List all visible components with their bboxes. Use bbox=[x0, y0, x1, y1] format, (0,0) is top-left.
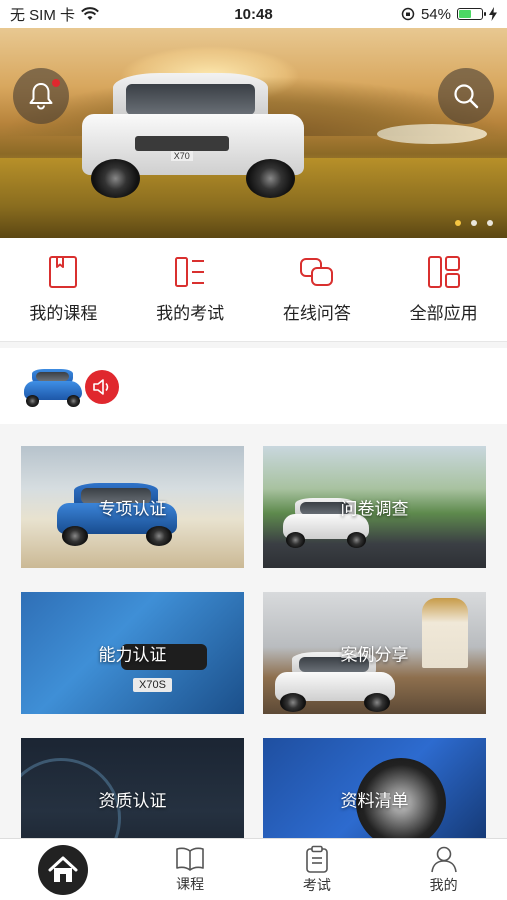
notification-badge-dot bbox=[52, 79, 60, 87]
module-title: 资料清单 bbox=[340, 791, 409, 811]
module-tile-special-certification[interactable]: 专项认证 bbox=[21, 446, 244, 568]
tab-label: 课程 bbox=[176, 875, 205, 892]
tab-label: 考试 bbox=[302, 876, 331, 893]
module-title: 资质认证 bbox=[98, 791, 167, 811]
announcement-speaker-button[interactable] bbox=[85, 370, 119, 404]
module-tile-qualification-certification[interactable]: 资质认证 bbox=[21, 738, 244, 838]
nav-all-apps[interactable]: 全部应用 bbox=[389, 255, 499, 324]
book-icon bbox=[49, 256, 78, 288]
tab-courses[interactable]: 课程 bbox=[140, 846, 240, 894]
apps-grid-icon bbox=[427, 256, 460, 288]
module-tile-capability-certification[interactable]: X70S 能力认证 bbox=[21, 592, 244, 714]
page-dot[interactable] bbox=[455, 220, 461, 226]
module-tile-document-list[interactable]: 资料清单 bbox=[263, 738, 486, 838]
module-title: 案例分享 bbox=[340, 645, 409, 665]
status-bar: 无 SIM 卡 10:48 54% bbox=[0, 0, 507, 28]
battery-percent: 54% bbox=[420, 5, 451, 23]
tab-me[interactable]: 我的 bbox=[394, 845, 494, 895]
nav-label: 在线问答 bbox=[282, 304, 351, 323]
nav-label: 我的考试 bbox=[156, 304, 225, 323]
nav-online-qa[interactable]: 在线问答 bbox=[262, 255, 372, 324]
search-button[interactable] bbox=[438, 68, 494, 124]
battery-icon bbox=[457, 8, 486, 20]
module-title: 问卷调查 bbox=[340, 499, 409, 519]
open-book-icon bbox=[176, 847, 204, 871]
notifications-button[interactable] bbox=[13, 68, 69, 124]
status-right: 54% bbox=[401, 6, 497, 23]
tab-label: 我的 bbox=[429, 876, 458, 893]
battery-fill bbox=[459, 10, 471, 18]
nav-label: 我的课程 bbox=[29, 304, 98, 323]
quick-nav: 我的课程 我的考试 在线问答 全部应用 bbox=[0, 238, 507, 342]
module-tile-case-sharing[interactable]: 案例分享 bbox=[263, 592, 486, 714]
nav-my-exams[interactable]: 我的考试 bbox=[135, 255, 245, 324]
tab-home[interactable] bbox=[13, 844, 113, 895]
page-dot[interactable] bbox=[471, 220, 477, 226]
module-tile-survey[interactable]: 问卷调查 bbox=[263, 446, 486, 568]
wifi-icon bbox=[81, 7, 99, 20]
tile-car-badge: X70S bbox=[133, 678, 172, 692]
status-left: 无 SIM 卡 bbox=[10, 4, 99, 25]
chat-icon bbox=[299, 258, 333, 286]
tab-exams[interactable]: 考试 bbox=[267, 845, 367, 895]
banner-page-indicator bbox=[455, 220, 493, 226]
person-icon bbox=[430, 846, 457, 872]
banner-car-image: X70 bbox=[82, 68, 304, 198]
carrier-label: 无 SIM 卡 bbox=[10, 6, 76, 24]
search-icon bbox=[454, 84, 479, 109]
home-tab-indicator bbox=[38, 844, 89, 895]
module-title: 专项认证 bbox=[98, 499, 167, 519]
charging-bolt-icon bbox=[489, 7, 497, 21]
module-grid: 专项认证 问卷调查 X70S 能力认证 案例分享 资质认证 资料清单 bbox=[0, 432, 507, 838]
home-icon bbox=[48, 856, 78, 882]
bell-icon bbox=[29, 83, 53, 110]
orientation-lock-icon bbox=[401, 7, 415, 21]
exam-list-icon bbox=[175, 257, 205, 287]
hero-banner[interactable]: X70 bbox=[0, 28, 507, 238]
bottom-tab-bar: 课程 考试 我的 bbox=[0, 838, 507, 900]
clipboard-icon bbox=[306, 845, 328, 873]
car-badge: X70 bbox=[170, 151, 193, 162]
banner-lake bbox=[377, 124, 487, 144]
module-title: 能力认证 bbox=[98, 645, 167, 665]
nav-my-courses[interactable]: 我的课程 bbox=[8, 255, 118, 324]
speaker-icon bbox=[93, 379, 109, 395]
announcement-car-thumbnail bbox=[24, 367, 82, 407]
nav-label: 全部应用 bbox=[409, 304, 478, 323]
announcement-bar[interactable] bbox=[0, 348, 507, 424]
page-dot[interactable] bbox=[487, 220, 493, 226]
